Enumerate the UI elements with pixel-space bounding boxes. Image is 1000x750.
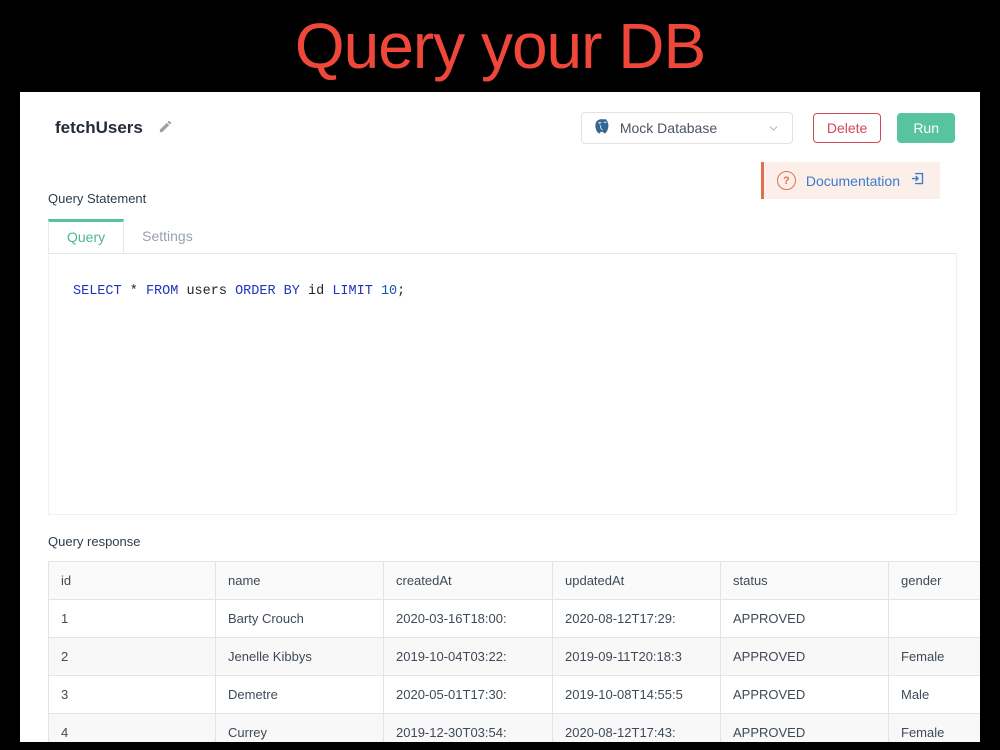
table-row: 1Barty Crouch2020-03-16T18:00:2020-08-12… bbox=[49, 600, 980, 638]
sql-keyword: LIMIT bbox=[332, 284, 373, 299]
column-header: status bbox=[721, 562, 889, 600]
delete-button[interactable]: Delete bbox=[813, 113, 881, 143]
chevron-down-icon bbox=[767, 122, 780, 135]
rename-query-button[interactable] bbox=[158, 119, 173, 137]
sql-table-name: users bbox=[186, 284, 227, 299]
datasource-dropdown[interactable]: Mock Database bbox=[581, 112, 793, 144]
sql-number: 10 bbox=[381, 284, 397, 299]
table-cell bbox=[889, 600, 981, 638]
table-cell: 4 bbox=[49, 714, 216, 743]
documentation-label: Documentation bbox=[806, 173, 900, 189]
question-circle-icon: ? bbox=[777, 171, 796, 190]
editor-tabbar: Query Settings bbox=[48, 219, 957, 254]
table-cell: Jenelle Kibbys bbox=[216, 638, 384, 676]
table-cell: APPROVED bbox=[721, 714, 889, 743]
table-cell: 2020-08-12T17:43: bbox=[553, 714, 721, 743]
sql-keyword: FROM bbox=[146, 284, 178, 299]
pencil-icon bbox=[158, 119, 173, 137]
table-cell: 2019-10-08T14:55:5 bbox=[553, 676, 721, 714]
table-cell: Female bbox=[889, 714, 981, 743]
column-header: id bbox=[49, 562, 216, 600]
column-header: gender bbox=[889, 562, 981, 600]
query-response-label: Query response bbox=[48, 534, 980, 549]
table-cell: Currey bbox=[216, 714, 384, 743]
table-row: 2Jenelle Kibbys2019-10-04T03:22:2019-09-… bbox=[49, 638, 980, 676]
sql-star: * bbox=[130, 284, 138, 299]
table-cell: APPROVED bbox=[721, 638, 889, 676]
open-doc-icon bbox=[910, 171, 925, 191]
documentation-link[interactable]: ? Documentation bbox=[761, 162, 940, 199]
table-cell: 2019-12-30T03:54: bbox=[384, 714, 553, 743]
table-cell: 2019-10-04T03:22: bbox=[384, 638, 553, 676]
table-cell: APPROVED bbox=[721, 600, 889, 638]
column-header: createdAt bbox=[384, 562, 553, 600]
table-header-row: idnamecreatedAtupdatedAtstatusgenderavat… bbox=[49, 562, 980, 600]
table-row: 3Demetre2020-05-01T17:30:2019-10-08T14:5… bbox=[49, 676, 980, 714]
table-cell: Barty Crouch bbox=[216, 600, 384, 638]
table-row: 4Currey2019-12-30T03:54:2020-08-12T17:43… bbox=[49, 714, 980, 743]
table-cell: Male bbox=[889, 676, 981, 714]
table-cell: 2020-03-16T18:00: bbox=[384, 600, 553, 638]
tab-query[interactable]: Query bbox=[48, 219, 124, 253]
table-cell: 1 bbox=[49, 600, 216, 638]
table-cell: 3 bbox=[49, 676, 216, 714]
sql-statement: SELECT * FROM users ORDER BY id LIMIT 10… bbox=[73, 284, 932, 299]
table-cell: Female bbox=[889, 638, 981, 676]
postgresql-icon bbox=[594, 118, 611, 138]
query-header: fetchUsers Mock Database bbox=[48, 112, 955, 144]
sql-column-name: id bbox=[308, 284, 324, 299]
query-name: fetchUsers bbox=[55, 118, 143, 138]
datasource-selected-value: Mock Database bbox=[620, 120, 717, 136]
slide-title: Query your DB bbox=[0, 0, 1000, 92]
table-cell: 2 bbox=[49, 638, 216, 676]
sql-keyword: SELECT bbox=[73, 284, 122, 299]
sql-keyword: ORDER BY bbox=[235, 284, 300, 299]
column-header: updatedAt bbox=[553, 562, 721, 600]
response-table: idnamecreatedAtupdatedAtstatusgenderavat… bbox=[49, 562, 980, 742]
table-body: 1Barty Crouch2020-03-16T18:00:2020-08-12… bbox=[49, 600, 980, 743]
sql-semicolon: ; bbox=[397, 284, 405, 299]
table-cell: 2020-08-12T17:29: bbox=[553, 600, 721, 638]
tab-settings[interactable]: Settings bbox=[124, 219, 211, 253]
table-cell: Demetre bbox=[216, 676, 384, 714]
table-cell: 2020-05-01T17:30: bbox=[384, 676, 553, 714]
column-header: name bbox=[216, 562, 384, 600]
response-table-container: idnamecreatedAtupdatedAtstatusgenderavat… bbox=[48, 561, 980, 742]
table-cell: 2019-09-11T20:18:3 bbox=[553, 638, 721, 676]
run-button[interactable]: Run bbox=[897, 113, 955, 143]
app-panel: fetchUsers Mock Database bbox=[20, 92, 980, 742]
sql-editor[interactable]: SELECT * FROM users ORDER BY id LIMIT 10… bbox=[48, 254, 957, 515]
table-cell: APPROVED bbox=[721, 676, 889, 714]
